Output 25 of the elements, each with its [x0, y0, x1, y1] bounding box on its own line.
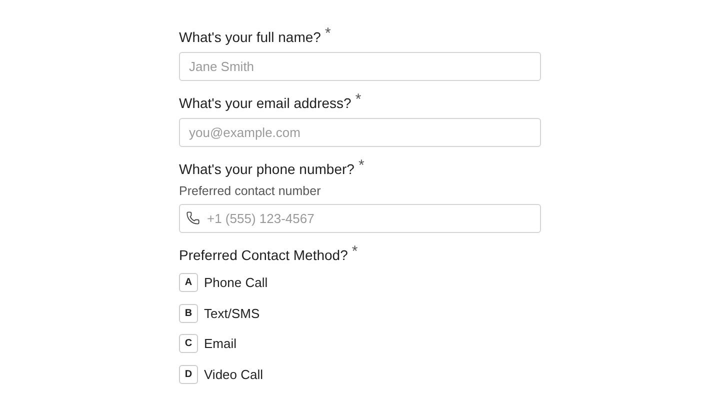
question-label: What's your full name? [179, 28, 321, 47]
phone-icon [186, 211, 200, 225]
required-mark: * [324, 27, 331, 41]
option-key: C [179, 334, 198, 354]
required-mark: * [352, 245, 358, 259]
option-key: B [179, 304, 198, 323]
option-item[interactable]: B Text/SMS [179, 304, 541, 323]
option-label: Text/SMS [204, 304, 260, 322]
option-item[interactable]: D Video Call [179, 364, 541, 384]
hint-text: Preferred contact number [179, 183, 322, 199]
question-label: What's your email address? [179, 94, 352, 113]
option-label: Email [204, 335, 237, 353]
required-mark: * [355, 93, 362, 107]
question-label: What's your phone number? [179, 160, 354, 179]
option-key: D [179, 364, 198, 384]
input-field[interactable]: +1 (555) 123-4567 [179, 204, 541, 233]
input-field[interactable]: you@example.com [179, 118, 541, 147]
option-item[interactable]: A Phone Call [179, 273, 541, 292]
option-label: Phone Call [204, 274, 268, 292]
input-field[interactable]: Jane Smith [179, 52, 541, 81]
option-label: Video Call [204, 366, 264, 384]
required-mark: * [358, 159, 364, 173]
option-item[interactable]: C Email [179, 334, 541, 354]
question-label: Preferred Contact Method? [179, 246, 348, 265]
option-key: A [179, 273, 198, 292]
